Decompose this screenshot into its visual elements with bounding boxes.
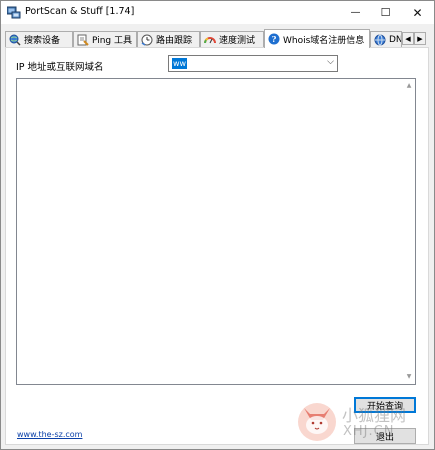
watermark: 小狐狸网 XHJ.CN — [296, 398, 426, 442]
chevron-left-icon: ◀ — [405, 34, 411, 43]
tab-ping-tool[interactable]: Ping 工具 — [73, 31, 137, 47]
tab-dns[interactable]: DN — [370, 31, 402, 47]
address-combobox[interactable]: ww ⌵ — [168, 55, 338, 72]
tab-label: DN — [389, 34, 402, 45]
tab-label: 搜索设备 — [24, 36, 61, 46]
tab-traceroute[interactable]: 路由跟踪 — [137, 31, 200, 47]
title-bar[interactable]: PortScan & Stuff [1.74] — ☐ ✕ — [1, 1, 434, 24]
whois-panel: IP 地址或互联网域名 ww ⌵ ▲ ▼ 开始查询 退出 www.the-sz.… — [5, 47, 429, 445]
globe-icon — [374, 34, 386, 45]
tab-scroll-left-button[interactable]: ◀ — [402, 32, 414, 45]
fox-logo — [298, 403, 336, 441]
result-scrollbar[interactable]: ▲ ▼ — [403, 79, 415, 384]
scroll-up-icon[interactable]: ▲ — [404, 81, 414, 91]
app-icon — [7, 6, 21, 19]
website-link[interactable]: www.the-sz.com — [17, 430, 82, 439]
tab-speed-test[interactable]: 速度测试 — [200, 31, 264, 47]
tab-label: 速度测试 — [219, 36, 256, 46]
maximize-icon: ☐ — [380, 6, 391, 19]
address-input-value[interactable]: ww — [172, 58, 188, 69]
speedometer-icon — [204, 36, 216, 43]
whois-info-icon: ? — [268, 33, 280, 45]
tab-whois[interactable]: ? Whois域名注册信息 — [264, 29, 370, 48]
ping-tool-icon — [77, 34, 89, 46]
maximize-button[interactable]: ☐ — [370, 1, 401, 24]
chevron-down-icon[interactable]: ⌵ — [327, 57, 334, 67]
close-button[interactable]: ✕ — [402, 1, 433, 24]
globe-search-icon — [9, 34, 21, 46]
app-window: PortScan & Stuff [1.74] — ☐ ✕ 搜索设备 Ping … — [0, 0, 435, 450]
tab-scroll-right-button[interactable]: ▶ — [414, 32, 426, 45]
watermark-line2: XHJ.CN — [343, 424, 395, 439]
whois-result-textarea[interactable]: ▲ ▼ — [16, 78, 416, 385]
tab-label: Whois域名注册信息 — [283, 35, 365, 46]
window-title: PortScan & Stuff [1.74] — [25, 6, 135, 17]
tab-strip: 搜索设备 Ping 工具 路由跟踪 速度测试 ? Whois域名注册信息 DN … — [5, 29, 429, 48]
minimize-button[interactable]: — — [340, 1, 371, 24]
svg-text:?: ? — [272, 34, 277, 44]
clock-trace-icon — [141, 34, 153, 46]
address-label: IP 地址或互联网域名 — [16, 62, 104, 73]
scroll-down-icon[interactable]: ▼ — [404, 372, 414, 382]
tab-search-devices[interactable]: 搜索设备 — [5, 31, 73, 47]
watermark-line1: 小狐狸网 — [342, 406, 407, 425]
close-icon: ✕ — [412, 5, 423, 20]
minimize-icon: — — [350, 7, 361, 18]
tab-label: Ping 工具 — [92, 36, 133, 46]
chevron-right-icon: ▶ — [417, 34, 423, 43]
tab-label: 路由跟踪 — [156, 36, 193, 46]
